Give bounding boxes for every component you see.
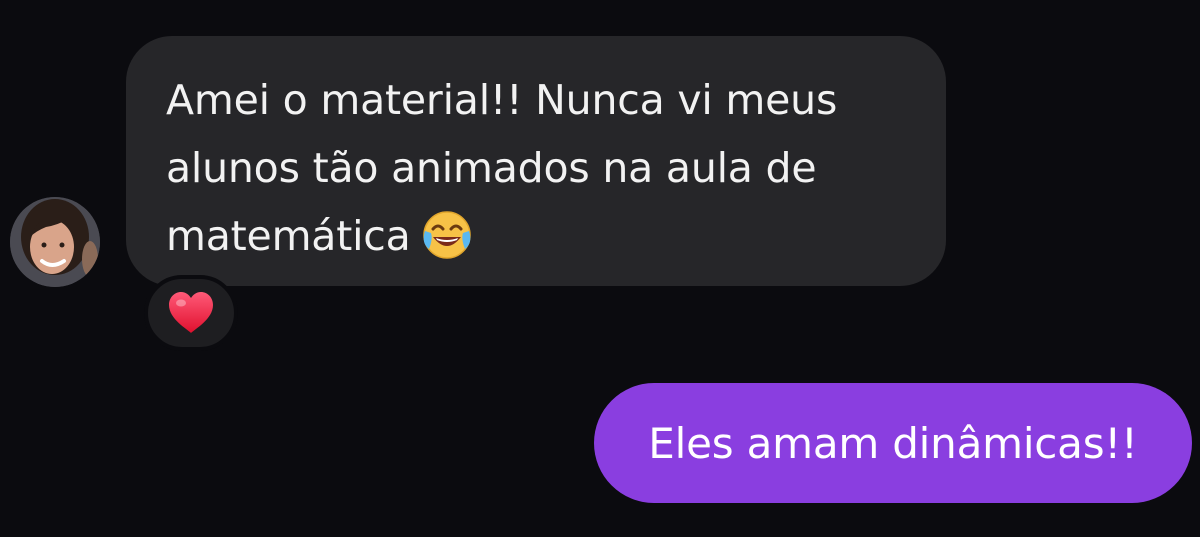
message-line: matemática xyxy=(166,202,906,270)
avatar-photo xyxy=(10,197,100,287)
outgoing-message-bubble[interactable]: Eles amam dinâmicas!! xyxy=(594,383,1192,503)
heart-reaction[interactable] xyxy=(144,275,238,351)
heart-icon xyxy=(169,292,213,333)
outgoing-message-text: Eles amam dinâmicas!! xyxy=(648,418,1138,468)
message-line: Amei o material!! Nunca vi meus xyxy=(166,76,838,124)
message-line: alunos tão animados na aula de xyxy=(166,144,817,192)
incoming-message-bubble[interactable]: Amei o material!! Nunca vi meus alunos t… xyxy=(126,36,946,286)
laughing-emoji-icon xyxy=(421,209,473,261)
message-line-text: matemática xyxy=(166,212,411,260)
chat-thread: Amei o material!! Nunca vi meus alunos t… xyxy=(0,0,1200,537)
avatar[interactable] xyxy=(10,197,100,287)
